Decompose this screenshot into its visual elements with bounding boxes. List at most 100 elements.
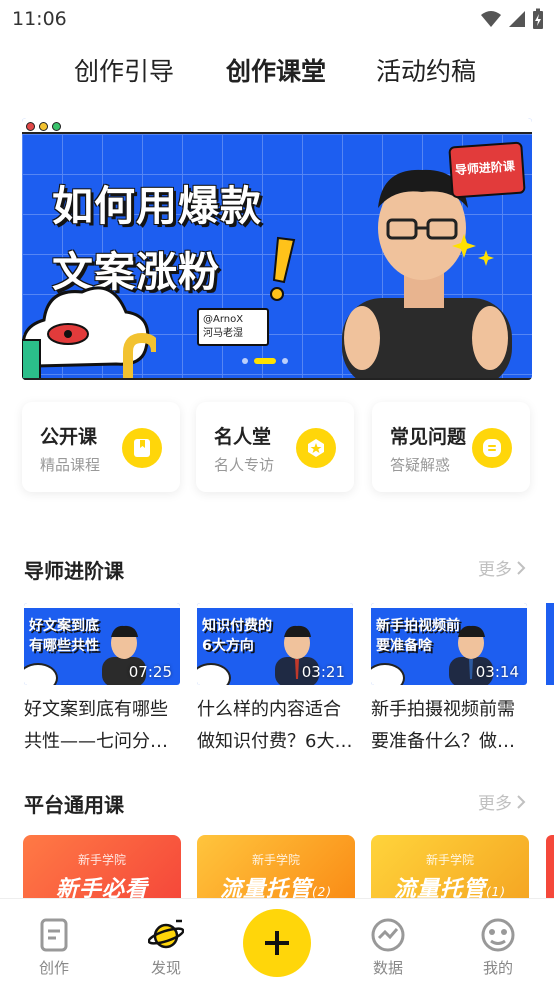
status-icons: [480, 8, 544, 30]
general-card-title: 流量托管(2): [197, 871, 355, 899]
thumb-cloud-illustration: [371, 663, 405, 685]
general-card-title-text: 流量托管: [219, 877, 312, 899]
general-card-subtitle: 新手学院: [251, 853, 300, 867]
thumb-title-line2: 要准备啥: [376, 638, 432, 654]
course-caption[interactable]: 好文案到底有哪些 共性——七问分析法: [24, 694, 184, 758]
profile-icon: [481, 918, 515, 952]
course-thumbnail[interactable]: 新手拍视频前 要准备啥 03:14: [371, 603, 527, 685]
top-tabs: 创作引导 创作课堂 活动约稿: [0, 52, 554, 96]
thumb-window-bar: [197, 603, 353, 608]
section-title-advanced: 导师进阶课: [24, 559, 124, 583]
video-duration: 07:25: [128, 663, 172, 681]
quick-entry-title: 名人堂: [214, 426, 272, 448]
general-card-subtitle: 新手学院: [425, 853, 474, 867]
banner-carousel[interactable]: 如何用爆款 文案涨粉 导师进阶课 @ArnoX 河马老湿: [22, 118, 532, 380]
more-link-label: 更多: [478, 560, 512, 580]
course-caption-line2: 做知识付费？6大…: [197, 731, 353, 752]
nav-item-data[interactable]: 数据: [348, 917, 428, 978]
thumb-window-bar: [371, 603, 527, 608]
battery-icon: [533, 8, 543, 29]
thumb-cloud-illustration: [24, 663, 58, 685]
nav-label: 我的: [482, 959, 513, 977]
window-dot-green: [52, 122, 61, 131]
general-card-title-text: 新手必看: [55, 877, 148, 899]
pager-dot: [242, 358, 248, 364]
exclamation-icon: [270, 236, 296, 301]
course-thumbnail[interactable]: 知识付费的 6大方向 03:21: [197, 603, 353, 685]
tab-activity-invite[interactable]: 活动约稿: [376, 52, 476, 88]
chevron-right-icon: [517, 794, 526, 809]
pager-dot-active: [254, 358, 276, 364]
tab-creation-class[interactable]: 创作课堂: [226, 52, 326, 88]
course-caption-line1: 什么样的内容适合: [197, 699, 341, 720]
nav-label: 数据: [372, 959, 403, 977]
status-bar: 11:06: [0, 0, 554, 38]
chart-icon: [371, 918, 405, 952]
banner-course-badge: 导师进阶课: [448, 141, 526, 199]
thumb-title-line2: 6大方向: [202, 638, 254, 654]
sparkle-icon: [452, 234, 494, 266]
thumb-window-bar: [24, 603, 180, 608]
tab-creation-guide[interactable]: 创作引导: [74, 52, 174, 88]
window-dot-red: [26, 122, 35, 131]
create-plus-button[interactable]: [243, 909, 311, 977]
course-caption[interactable]: 什么样的内容适合 做知识付费？6大…: [197, 694, 357, 758]
thumb-title-line2: 有哪些共性: [29, 638, 99, 654]
faq-icon: [472, 428, 512, 468]
course-caption-line1: 新手拍摄视频前需: [371, 699, 515, 720]
nav-label: 创作: [38, 959, 69, 977]
quick-entry-open-class[interactable]: 公开课 精品课程: [22, 402, 180, 492]
banner-card-line1: @ArnoX: [203, 314, 244, 325]
banner-bottom-border: [22, 378, 532, 380]
nav-item-me[interactable]: 我的: [458, 917, 538, 978]
quick-entry-faq[interactable]: 常见问题 答疑解惑: [372, 402, 530, 492]
nav-label: 发现: [150, 959, 181, 977]
course-caption-line1: 好文案到底有哪些: [24, 699, 168, 720]
nav-item-discover[interactable]: 发现: [126, 917, 206, 978]
more-link-general[interactable]: 更多: [478, 789, 526, 814]
quick-entry-hall-of-fame[interactable]: 名人堂 名人专访: [196, 402, 354, 492]
general-course-card[interactable]: 新手学院 流量托管(2): [197, 835, 355, 899]
wifi-icon: [481, 11, 501, 27]
general-card-suffix: (1): [486, 885, 506, 899]
thumb-title-line1: 知识付费的: [202, 618, 272, 634]
star-badge-icon: [296, 428, 336, 468]
quick-entry-subtitle: 名人专访: [214, 456, 275, 474]
quick-entry-title: 常见问题: [390, 426, 467, 448]
document-icon: [40, 918, 68, 952]
more-link-advanced[interactable]: 更多: [478, 555, 526, 580]
general-course-card-partial[interactable]: [546, 835, 554, 899]
course-caption-line2: 要准备什么？做…: [371, 731, 515, 752]
course-caption[interactable]: 新手拍摄视频前需 要准备什么？做…: [371, 694, 531, 758]
chevron-right-icon: [517, 560, 526, 575]
general-course-card[interactable]: 新手学院 新手必看: [23, 835, 181, 899]
general-card-subtitle: 新手学院: [77, 853, 126, 867]
planet-icon: [148, 919, 184, 949]
video-duration: 03:21: [301, 663, 345, 681]
thumb-title-line1: 好文案到底: [29, 618, 99, 634]
quick-entry-title: 公开课: [40, 426, 98, 448]
plus-icon: [265, 931, 289, 955]
bookmark-icon: [122, 428, 162, 468]
general-course-card[interactable]: 新手学院 流量托管(1): [371, 835, 529, 899]
banner-title-line1: 如何用爆款: [52, 182, 262, 230]
thumb-cloud-illustration: [197, 663, 231, 685]
window-dot-yellow: [39, 122, 48, 131]
general-card-title: 新手必看: [23, 871, 181, 899]
general-card-title-text: 流量托管: [393, 877, 486, 899]
status-time: 11:06: [12, 8, 67, 30]
banner-pager: [242, 358, 288, 364]
banner-name-card: @ArnoX 河马老湿: [197, 308, 269, 346]
general-card-title: 流量托管(1): [371, 871, 529, 899]
video-duration: 03:14: [475, 663, 519, 681]
cloud-eye-illustration: [22, 286, 156, 380]
course-caption-line2: 共性——七问分析法: [24, 731, 184, 752]
banner-window-bar: [22, 118, 532, 134]
course-thumbnail-partial[interactable]: [546, 603, 554, 685]
nav-item-create[interactable]: 创作: [14, 917, 94, 978]
section-title-general: 平台通用课: [24, 793, 124, 817]
quick-entry-subtitle: 答疑解惑: [390, 456, 451, 474]
banner-card-line2: 河马老湿: [203, 328, 243, 339]
banner-badge-text: 导师进阶课: [454, 159, 516, 178]
course-thumbnail[interactable]: 好文案到底 有哪些共性 07:25: [24, 603, 180, 685]
